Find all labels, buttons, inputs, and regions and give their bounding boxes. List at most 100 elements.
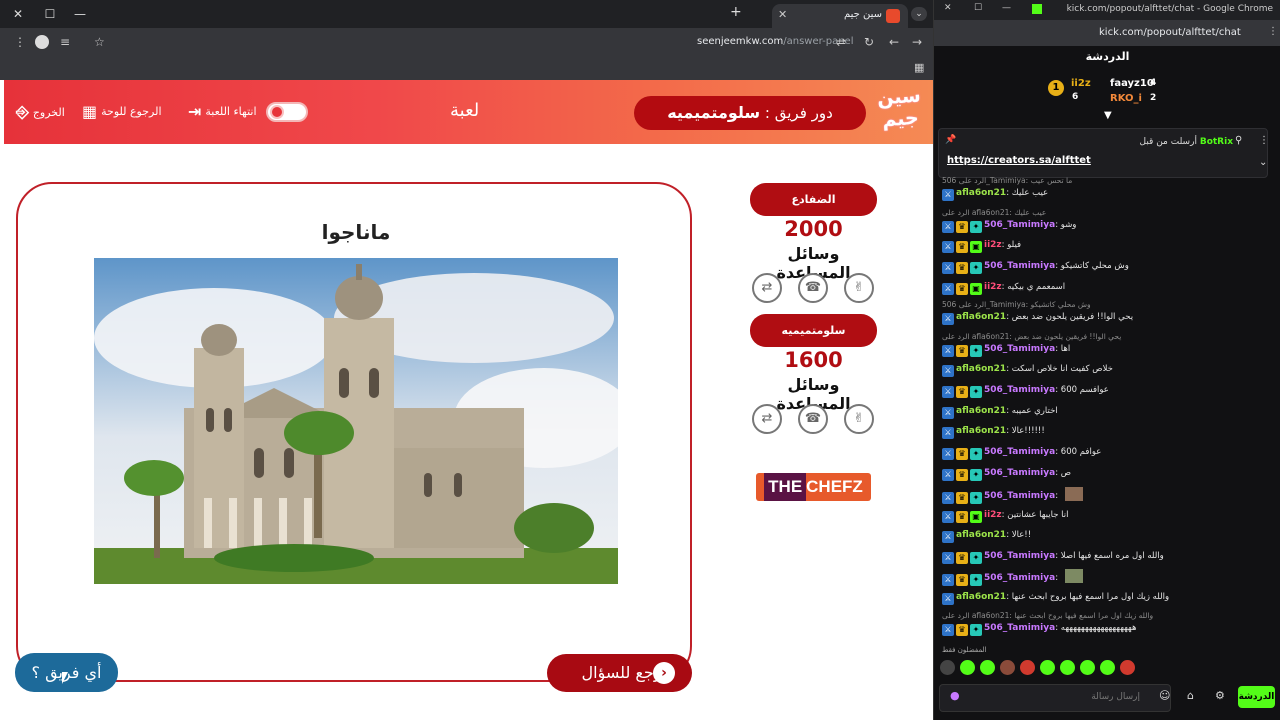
url-field[interactable]: seenjeemkw.com/answer-panel: [697, 36, 853, 47]
minimize-window-icon[interactable]: —: [70, 5, 90, 23]
emote-icon[interactable]: [1100, 660, 1115, 675]
chat-username[interactable]: 506_Tamimiya: [984, 220, 1055, 230]
bookmark-star-icon[interactable]: ☆: [94, 35, 105, 49]
moderator-badge-icon: ⚔: [942, 624, 954, 636]
chat-username[interactable]: 506_Tamimiya: [984, 261, 1055, 271]
team-2-swap-aid-icon[interactable]: ⇄: [752, 404, 782, 434]
subscriber-badge-icon: ✦: [970, 469, 982, 481]
reply-context: الرد على afla6on21: يحي الوا!! فريقين يل…: [942, 332, 1122, 341]
reload-icon[interactable]: ↻: [864, 35, 874, 49]
moderator-badge-icon: ⚔: [942, 241, 954, 253]
chat-username[interactable]: afla6on21: [956, 364, 1006, 374]
browser-tab[interactable]: سين جيم ✕: [772, 4, 908, 28]
pinned-bot-name[interactable]: BotRix: [1200, 137, 1233, 147]
chat-username[interactable]: ii2z: [984, 282, 1002, 292]
moderator-badge-icon: ⚔: [942, 552, 954, 564]
close-window-icon[interactable]: ✕: [8, 5, 28, 23]
menu-dots-icon[interactable]: ⋮: [1268, 26, 1278, 37]
emote-icon[interactable]: [1060, 660, 1075, 675]
minimize-window-icon[interactable]: —: [1002, 3, 1011, 13]
chat-url[interactable]: kick.com/popout/alfttet/chat: [1099, 27, 1241, 38]
second-place-user[interactable]: faayz10: [1110, 78, 1154, 89]
third-place-user[interactable]: RKO_i: [1110, 93, 1142, 104]
menu-dots-icon[interactable]: ⋮: [14, 35, 26, 49]
chat-username[interactable]: 506_Tamimiya: [984, 447, 1055, 457]
settings-gear-icon[interactable]: ⚙: [1215, 689, 1225, 702]
more-options-icon[interactable]: ⋮: [1259, 135, 1269, 146]
chat-message-input[interactable]: إرسال رسالة: [939, 684, 1171, 712]
close-window-icon[interactable]: ✕: [944, 3, 952, 13]
chat-message: ⚔ afla6on21: عالا!!!!!!: [942, 424, 1272, 439]
chat-username[interactable]: afla6on21: [956, 312, 1006, 322]
emote-icon[interactable]: [1000, 660, 1015, 675]
chat-username[interactable]: 506_Tamimiya: [984, 344, 1055, 354]
team-2-name: سلومتميميه: [750, 314, 877, 347]
chat-username[interactable]: afla6on21: [956, 406, 1006, 416]
apps-grid-icon[interactable]: ▦: [914, 61, 924, 74]
first-place-user[interactable]: ii2z: [1071, 78, 1091, 89]
team-1-swap-aid-icon[interactable]: ⇄: [752, 273, 782, 303]
chat-username[interactable]: 506_Tamimiya: [984, 385, 1055, 395]
back-to-question-button[interactable]: ارجع للسؤال ‹: [547, 654, 692, 692]
timer-toggle[interactable]: [266, 102, 308, 122]
collapse-arrow-icon[interactable]: ▼: [1104, 110, 1112, 121]
emote-icon[interactable]: [1020, 660, 1035, 675]
forward-icon[interactable]: →: [912, 35, 922, 49]
maximize-window-icon[interactable]: ☐: [974, 3, 982, 13]
chat-username[interactable]: 506_Tamimiya: [984, 573, 1055, 583]
maximize-window-icon[interactable]: ☐: [40, 5, 60, 23]
team-1-two-answers-aid-icon[interactable]: ✌: [844, 273, 874, 303]
profile-avatar[interactable]: [35, 35, 49, 49]
chat-username[interactable]: 506_Tamimiya: [984, 468, 1055, 478]
emote-bar: [940, 660, 1135, 675]
team-1-call-aid-icon[interactable]: ☎: [798, 273, 828, 303]
emoji-picker-icon[interactable]: ☺: [1159, 689, 1170, 702]
site-settings-icon[interactable]: ⇌: [836, 35, 846, 49]
chat-message: ⚔ ♛ ✦ 506_Tamimiya: 600 عوافم: [942, 445, 1272, 460]
chat-username[interactable]: ii2z: [984, 510, 1002, 520]
back-to-board-button[interactable]: الرجوع للوحة ▦: [82, 102, 162, 121]
exit-button[interactable]: الخروج ⎆: [16, 102, 65, 122]
extension-icon[interactable]: ≡: [60, 35, 70, 49]
chat-text: والله اول مره اسمع فيها اصلا: [1060, 551, 1164, 561]
chat-text: ههههههههههههههههههه: [1060, 623, 1137, 633]
chat-username[interactable]: ii2z: [984, 240, 1002, 250]
answer-image: [94, 258, 618, 584]
team-2-call-aid-icon[interactable]: ☎: [798, 404, 828, 434]
sponsor-chefz: CHEFZ: [806, 477, 863, 496]
chat-username[interactable]: 506_Tamimiya: [984, 551, 1055, 561]
grid-icon: ▦: [82, 102, 98, 121]
chat-username[interactable]: afla6on21: [956, 530, 1006, 540]
chat-username[interactable]: afla6on21: [956, 188, 1006, 198]
pinned-link[interactable]: https://creators.sa/alfttet: [947, 155, 1091, 166]
chat-username[interactable]: afla6on21: [956, 592, 1006, 602]
chat-message: ⚔ ♛ ✦ 506_Tamimiya: وشو: [942, 218, 1272, 233]
chat-text: وش محلي كاتشيكو: [1060, 261, 1129, 271]
emote-icon[interactable]: [1120, 660, 1135, 675]
new-tab-icon[interactable]: +: [730, 4, 742, 20]
send-chat-button[interactable]: الدردشة: [1238, 686, 1275, 708]
end-game-button[interactable]: انتهاء اللعبة ⇥: [188, 102, 257, 121]
emote-icon[interactable]: [960, 660, 975, 675]
tab-search-icon[interactable]: ⌄: [911, 7, 927, 21]
chat-message: ⚔ ♛ ▣ ii2z: اسمعمم ي بيكيه: [942, 280, 1272, 295]
chat-text: فيلو: [1007, 240, 1022, 250]
sponsor-the: THE: [764, 473, 807, 501]
chat-username[interactable]: 506_Tamimiya: [984, 491, 1055, 501]
emote-icon[interactable]: [1040, 660, 1055, 675]
tab-close-icon[interactable]: ✕: [778, 8, 787, 21]
store-icon[interactable]: ⌂: [1187, 689, 1194, 702]
emote-icon[interactable]: [940, 660, 955, 675]
expand-chevron-icon[interactable]: ⌄: [1259, 157, 1267, 168]
emote-icon[interactable]: [980, 660, 995, 675]
site-logo[interactable]: سين جيم: [873, 84, 927, 139]
emote-icon[interactable]: [1080, 660, 1095, 675]
chat-text: خلاص كفيت انا خلاص اسكت: [1011, 364, 1113, 374]
back-icon[interactable]: ←: [889, 35, 899, 49]
unpin-icon[interactable]: ⚲: [1235, 135, 1242, 146]
chat-username[interactable]: 506_Tamimiya: [984, 623, 1055, 633]
reply-context: الرد على afla6on21: عيب عليك: [942, 208, 1047, 217]
microphone-icon[interactable]: ●: [950, 689, 960, 702]
chat-username[interactable]: afla6on21: [956, 426, 1006, 436]
team-2-two-answers-aid-icon[interactable]: ✌: [844, 404, 874, 434]
